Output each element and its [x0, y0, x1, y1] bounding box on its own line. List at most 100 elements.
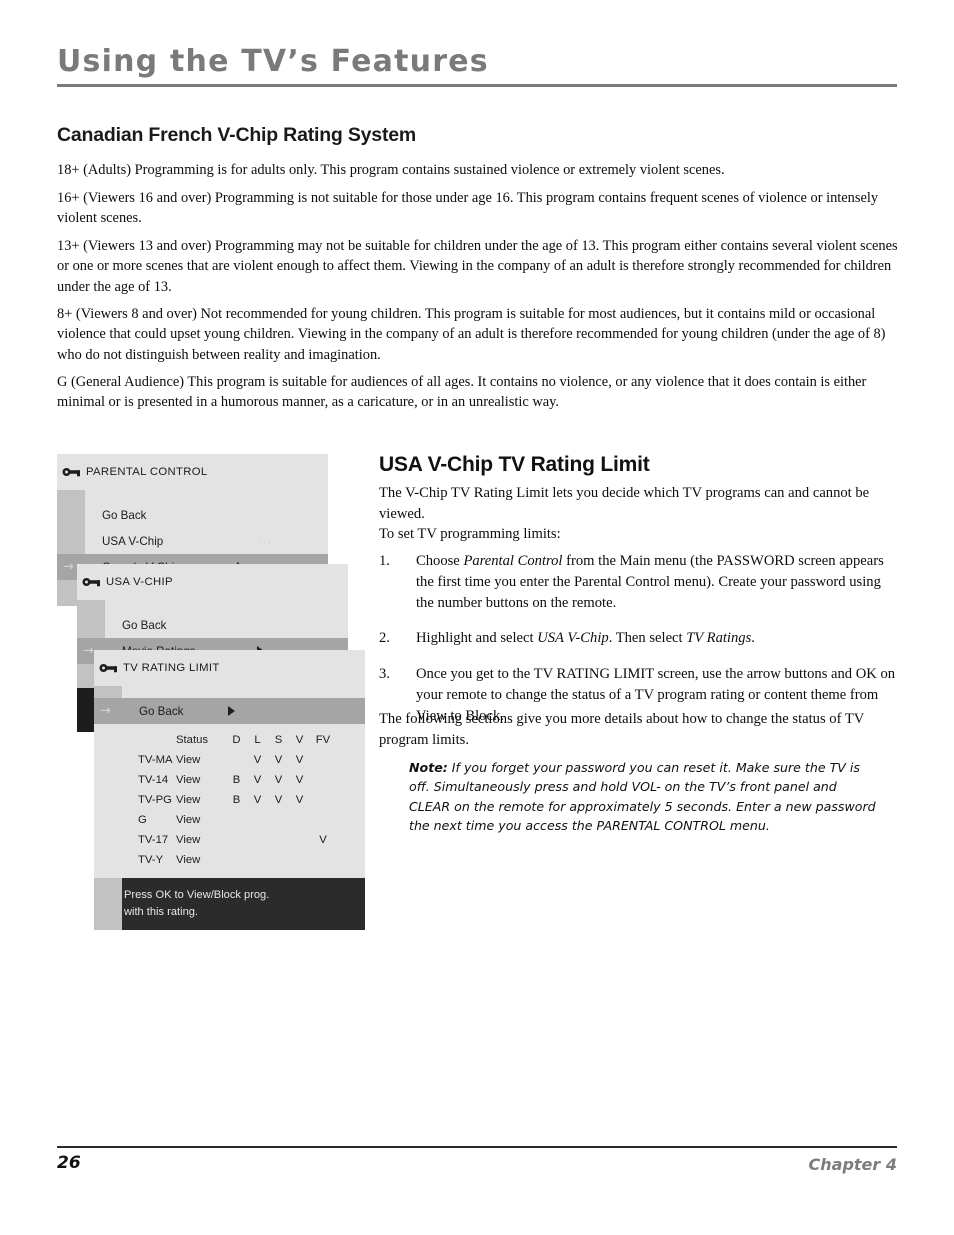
- table-row[interactable]: TV-PG View B V V V: [124, 790, 336, 810]
- cell-status[interactable]: View: [176, 790, 226, 810]
- cell-fv[interactable]: [310, 810, 336, 830]
- cell-fv[interactable]: V: [310, 830, 336, 850]
- table-row[interactable]: G View: [124, 810, 336, 830]
- table-header-row: Status D L S V FV: [124, 730, 336, 750]
- cell-s[interactable]: [268, 830, 289, 850]
- osd-menu-item-usa-vchip[interactable]: USA V-Chip ․․․: [57, 528, 328, 554]
- submenu-triangle-icon: [228, 706, 235, 716]
- osd-menu-item-go-back[interactable]: Go Back: [77, 612, 348, 638]
- cell-l[interactable]: [247, 850, 268, 870]
- cell-d[interactable]: B: [226, 770, 247, 790]
- cell-v[interactable]: V: [289, 770, 310, 790]
- cell-v[interactable]: V: [289, 750, 310, 770]
- col-header-s: S: [274, 734, 283, 746]
- footer-divider: [57, 1146, 897, 1148]
- cell-rating: G: [138, 814, 147, 826]
- cell-rating: TV-PG: [138, 794, 172, 806]
- table-row[interactable]: TV-Y View: [124, 850, 336, 870]
- osd-titlebar: TV RATING LIMIT: [94, 650, 365, 686]
- table-row[interactable]: TV-17 View V: [124, 830, 336, 850]
- cell-rating: TV-14: [138, 774, 169, 786]
- paragraph-usa-intro: The V-Chip TV Rating Limit lets you deci…: [379, 485, 870, 523]
- cell-d[interactable]: [226, 830, 247, 850]
- osd-spacer: [57, 490, 328, 502]
- step-number: 2.: [379, 630, 390, 647]
- selection-arrow-icon: →: [63, 559, 74, 575]
- cell-d[interactable]: [226, 850, 247, 870]
- cell-fv[interactable]: [310, 770, 336, 790]
- cell-fv[interactable]: [310, 850, 336, 870]
- cell-v[interactable]: V: [289, 790, 310, 810]
- cell-s[interactable]: [268, 850, 289, 870]
- cell-s[interactable]: V: [268, 790, 289, 810]
- key-icon: [82, 578, 100, 587]
- tv-rating-table-wrap: Status D L S V FV TV-MA View V V V TV-14…: [94, 724, 365, 878]
- list-item: 1. Choose Parental Control from the Main …: [379, 551, 897, 614]
- osd-panel-tv-rating-limit: TV RATING LIMIT → Go Back Status D L S V…: [77, 650, 365, 931]
- cell-d[interactable]: [226, 750, 247, 770]
- cell-l[interactable]: V: [247, 770, 268, 790]
- table-row[interactable]: TV-14 View B V V V: [124, 770, 336, 790]
- osd-help-line-1: Press OK to View/Block prog.: [124, 889, 270, 901]
- osd-menu-item-go-back[interactable]: Go Back: [57, 502, 328, 528]
- tv-rating-table: Status D L S V FV TV-MA View V V V TV-14…: [124, 730, 336, 870]
- cell-d[interactable]: [226, 810, 247, 830]
- col-header-l: L: [254, 734, 261, 746]
- table-row[interactable]: TV-MA View V V V: [124, 750, 336, 770]
- step-text-pre: Highlight and select: [416, 630, 538, 647]
- cell-s[interactable]: [268, 810, 289, 830]
- paragraph-8-plus: 8+ (Viewers 8 and over) Not recommended …: [57, 306, 886, 363]
- osd-item-label: Go Back: [122, 618, 167, 632]
- cell-v[interactable]: [289, 830, 310, 850]
- cell-rating: TV-Y: [138, 854, 164, 866]
- panel-shadow-tab: [77, 688, 94, 732]
- osd-title-text: PARENTAL CONTROL: [86, 466, 208, 478]
- cell-v[interactable]: [289, 850, 310, 870]
- list-item: 2. Highlight and select USA V-Chip. Then …: [379, 628, 897, 649]
- cell-l[interactable]: [247, 810, 268, 830]
- cell-status[interactable]: View: [176, 770, 226, 790]
- cell-s[interactable]: V: [268, 750, 289, 770]
- page-header: Using the TV’s Features: [57, 45, 897, 87]
- key-icon: [62, 468, 80, 477]
- col-header-fv: FV: [315, 734, 331, 746]
- note-label: Note:: [409, 760, 448, 775]
- paragraph-general-audience: G (General Audience) This program is sui…: [57, 374, 867, 411]
- col-header-rating: [124, 730, 176, 750]
- cell-status[interactable]: View: [176, 830, 226, 850]
- cell-v[interactable]: [289, 810, 310, 830]
- cell-status[interactable]: View: [176, 810, 226, 830]
- osd-menu-item-go-back[interactable]: → Go Back: [94, 698, 365, 724]
- heading-canadian-french-vchip: Canadian French V-Chip Rating System: [57, 124, 417, 146]
- cell-d[interactable]: B: [226, 790, 247, 810]
- step-text-mid: . Then select: [608, 630, 687, 647]
- step-emphasis-1: USA V-Chip: [537, 630, 609, 647]
- cell-status[interactable]: View: [176, 750, 226, 770]
- cell-rating: TV-MA: [138, 754, 173, 766]
- note-text: If you forget your password you can rese…: [409, 760, 876, 833]
- cell-l[interactable]: V: [247, 750, 268, 770]
- cell-s[interactable]: V: [268, 770, 289, 790]
- cell-l[interactable]: [247, 830, 268, 850]
- osd-spacer: [94, 686, 365, 698]
- osd-item-label: Go Back: [102, 508, 147, 522]
- step-text-pre: Choose: [416, 553, 464, 569]
- osd-title-text: TV RATING LIMIT: [123, 662, 220, 674]
- osd-value-dots: ․․․: [258, 536, 274, 546]
- cell-fv[interactable]: [310, 790, 336, 810]
- osd-item-label: USA V-Chip: [102, 534, 164, 548]
- osd-panel-body: TV RATING LIMIT → Go Back Status D L S V…: [77, 650, 365, 931]
- step-number: 1.: [379, 553, 390, 569]
- document-page: Using the TV’s Features Canadian French …: [0, 0, 954, 1235]
- heading-usa-vchip-tv-rating-limit: USA V-Chip TV Rating Limit: [379, 453, 650, 476]
- step-emphasis-2: TV Ratings: [686, 630, 752, 647]
- step-text-post: .: [751, 630, 755, 647]
- cell-fv[interactable]: [310, 750, 336, 770]
- osd-help-line-2: with this rating.: [124, 905, 198, 918]
- step-number: 3.: [379, 665, 390, 682]
- cell-status[interactable]: View: [176, 850, 226, 870]
- selection-arrow-icon: →: [83, 643, 94, 659]
- paragraph-to-set-limits: To set TV programming limits:: [379, 526, 561, 542]
- cell-l[interactable]: V: [247, 790, 268, 810]
- paragraph-18-plus: 18+ (Adults) Programming is for adults o…: [57, 162, 725, 178]
